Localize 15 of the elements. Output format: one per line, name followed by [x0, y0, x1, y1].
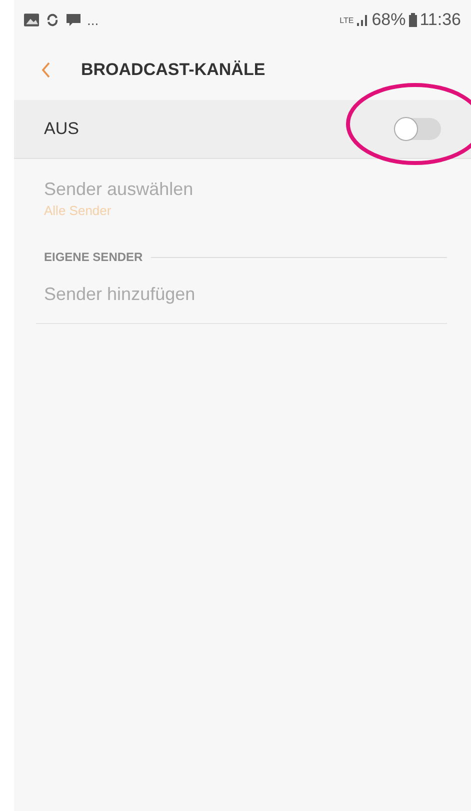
toggle-switch[interactable]: [396, 118, 441, 140]
image-icon: [24, 13, 39, 27]
message-icon: [66, 13, 81, 27]
switch-label: AUS: [44, 119, 79, 139]
battery-icon: [408, 13, 417, 27]
sync-icon: [45, 13, 60, 27]
network-type: LTE: [340, 16, 354, 24]
section-header: EIGENE SENDER: [44, 250, 143, 264]
notification-more: ...: [87, 12, 99, 28]
list-item-subtitle: Alle Sender: [44, 203, 112, 218]
back-icon[interactable]: [41, 61, 51, 79]
signal-icon: [356, 14, 369, 26]
battery-level: 68%: [372, 10, 406, 30]
page-title: BROADCAST-KANÄLE: [81, 60, 266, 80]
clock: 11:36: [420, 10, 461, 30]
